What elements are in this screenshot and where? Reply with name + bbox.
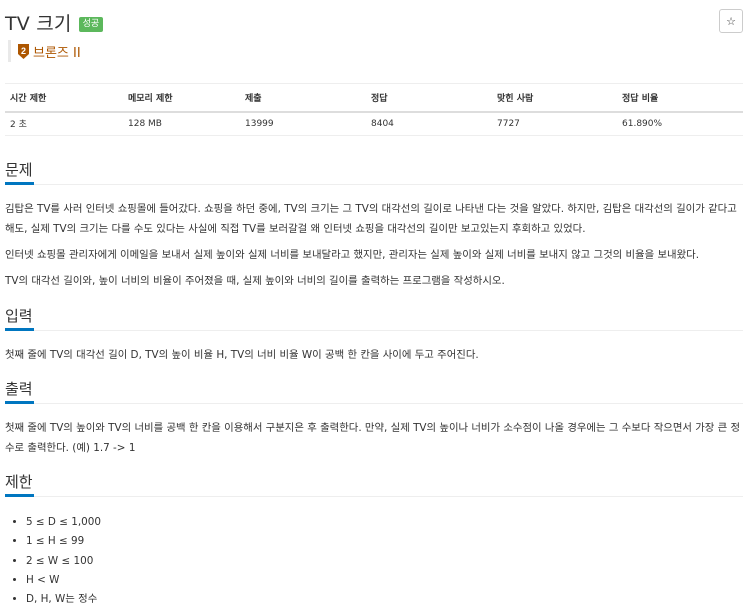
tier-level: 2	[21, 46, 26, 56]
tier-label[interactable]: 브론즈 II	[33, 42, 81, 61]
stats-header: 정답 비율	[617, 83, 743, 113]
bronze-tier-icon: 2	[18, 43, 29, 59]
status-badge: 성공	[78, 16, 104, 32]
input-description: 첫째 줄에 TV의 대각선 길이 D, TV의 높이 비율 H, TV의 너비 …	[5, 349, 479, 361]
star-icon: ☆	[726, 14, 736, 28]
section-header: 입력	[5, 305, 743, 331]
limit-item: D, H, W는 정수	[26, 590, 743, 609]
section-underline	[5, 328, 34, 331]
section-title: 출력	[5, 380, 33, 398]
time-limit-value: 2 초	[5, 111, 123, 136]
stats-value-row: 2 초 128 MB 13999 8404 7727 61.890%	[5, 111, 743, 136]
limit-item: 2 ≤ W ≤ 100	[26, 552, 743, 571]
solved-users-value: 7727	[492, 111, 617, 136]
stats-header: 맞힌 사람	[492, 83, 617, 113]
memory-limit-value: 128 MB	[123, 111, 240, 136]
section-underline	[5, 401, 34, 404]
limit-item: H < W	[26, 571, 743, 590]
problem-header: TV 크기 성공	[5, 8, 104, 36]
submissions-value: 13999	[240, 111, 366, 136]
section-title: 제한	[5, 473, 33, 491]
accept-ratio-value: 61.890%	[617, 111, 743, 136]
problem-paragraph: 인터넷 쇼핑몰 관리자에게 이메일을 보내서 실제 높이와 실제 너비를 보내달…	[5, 249, 700, 261]
section-header: 문제	[5, 159, 743, 185]
section-title: 입력	[5, 307, 33, 325]
stats-header: 시간 제한	[5, 83, 123, 113]
problem-title: TV 크기	[5, 12, 72, 35]
section-header: 출력	[5, 378, 743, 404]
limit-item: 1 ≤ H ≤ 99	[26, 532, 743, 551]
stats-header: 메모리 제한	[123, 83, 240, 113]
favorite-button[interactable]: ☆	[719, 9, 743, 33]
problem-stats-table: 시간 제한 메모리 제한 제출 정답 맞힌 사람 정답 비율 2 초 128 M…	[5, 83, 743, 136]
output-section: 출력 첫째 줄에 TV의 높이와 TV의 너비를 공백 한 칸을 이용해서 구분…	[5, 378, 743, 458]
limits-list: 5 ≤ D ≤ 1,000 1 ≤ H ≤ 99 2 ≤ W ≤ 100 H <…	[5, 513, 743, 609]
section-header: 제한	[5, 471, 743, 497]
stats-header-row: 시간 제한 메모리 제한 제출 정답 맞힌 사람 정답 비율	[5, 83, 743, 113]
tier-info: 2 브론즈 II	[8, 40, 81, 62]
problem-description: 김탑은 TV를 사러 인터넷 쇼핑몰에 들어갔다. 쇼핑을 하던 중에, TV의…	[5, 199, 743, 291]
accepted-value: 8404	[366, 111, 492, 136]
section-underline	[5, 494, 34, 497]
input-section: 입력 첫째 줄에 TV의 대각선 길이 D, TV의 높이 비율 H, TV의 …	[5, 305, 743, 365]
problem-paragraph: 김탑은 TV를 사러 인터넷 쇼핑몰에 들어갔다. 쇼핑을 하던 중에, TV의…	[5, 203, 737, 235]
limit-item: 5 ≤ D ≤ 1,000	[26, 513, 743, 532]
stats-header: 정답	[366, 83, 492, 113]
output-description: 첫째 줄에 TV의 높이와 TV의 너비를 공백 한 칸을 이용해서 구분지은 …	[5, 422, 741, 454]
section-underline	[5, 182, 34, 185]
problem-section: 문제 김탑은 TV를 사러 인터넷 쇼핑몰에 들어갔다. 쇼핑을 하던 중에, …	[5, 159, 743, 291]
stats-header: 제출	[240, 83, 366, 113]
section-title: 문제	[5, 161, 33, 179]
limits-section: 제한 5 ≤ D ≤ 1,000 1 ≤ H ≤ 99 2 ≤ W ≤ 100 …	[5, 471, 743, 609]
problem-paragraph: TV의 대각선 길이와, 높이 너비의 비율이 주어졌을 때, 실제 높이와 너…	[5, 275, 505, 287]
